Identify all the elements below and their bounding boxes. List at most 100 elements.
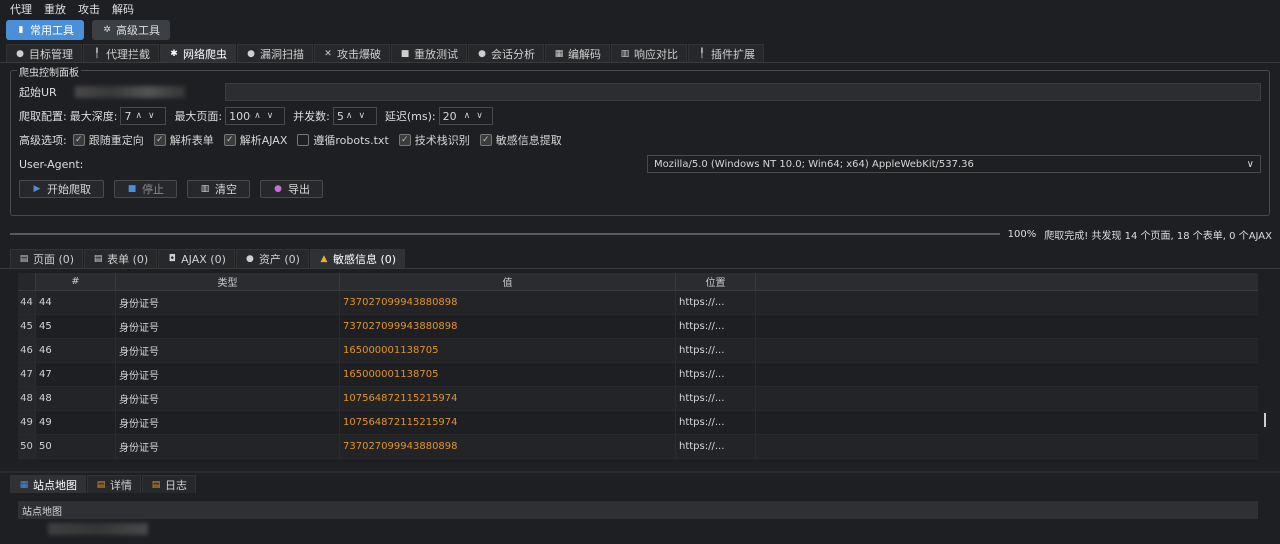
tab-session[interactable]: ● 会话分析	[468, 44, 544, 62]
clear-button[interactable]: ▥ 清空	[187, 180, 250, 198]
cell-value: 107564872115215974	[340, 411, 676, 434]
tab-pin[interactable]: ╿ 代理拦截	[83, 44, 159, 62]
max-depth-spinbox[interactable]: 7 ∧ ∨	[120, 107, 167, 125]
tab-magnifier[interactable]: ● 漏洞扫描	[237, 44, 313, 62]
tab-replay[interactable]: ■ 重放测试	[391, 44, 467, 62]
spin-down-icon[interactable]: ∨	[358, 111, 365, 121]
max-depth-label: 最大深度:	[69, 110, 118, 123]
option-checkbox[interactable]: ✓ 解析AJAX	[223, 132, 287, 148]
checkbox-icon[interactable]: ✓	[153, 134, 166, 146]
concurrency-spinbox[interactable]: 5 ∧ ∨	[332, 107, 377, 125]
swords-icon: ✕	[324, 48, 332, 59]
main-tab-bar: ● 目标管理 ╿ 代理拦截 ✱ 网络爬虫 ● 漏洞扫描 ✕ 攻击爆破 ■ 重放测试 ● 会话分析 ▦ 编解码 ▥…	[0, 43, 1280, 63]
cell-type: 身份证号	[116, 387, 340, 410]
column-header-location[interactable]: 位置	[676, 273, 756, 290]
spin-up-icon[interactable]: ∧	[464, 111, 471, 121]
tab-sitemap[interactable]: ▦ 站点地图	[10, 475, 86, 493]
stop-button[interactable]: ■ 停止	[114, 180, 177, 198]
row-number: 44	[18, 291, 36, 314]
option-checkbox[interactable]: 遵循robots.txt	[297, 132, 389, 148]
cell-index: 46	[36, 339, 116, 362]
cell-index: 45	[36, 315, 116, 338]
asset-icon: ●	[245, 254, 254, 264]
cell-index: 50	[36, 435, 116, 458]
table-row[interactable]: 49 49 身份证号 107564872115215974 https://...	[18, 411, 1258, 435]
spin-down-icon[interactable]: ∨	[476, 111, 483, 121]
max-pages-spinbox[interactable]: 1000∧∨	[225, 107, 286, 125]
row-number: 49	[18, 411, 36, 434]
user-agent-select[interactable]: Mozilla/5.0 (Windows NT 10.0; Win64; x64…	[647, 155, 1261, 173]
column-header-type[interactable]: 类型	[116, 273, 340, 290]
tab-spider[interactable]: ✱ 网络爬虫	[160, 44, 236, 62]
column-header-index[interactable]: #	[36, 273, 116, 290]
ajax-icon: ◘	[168, 254, 176, 264]
codec-icon: ▦	[554, 48, 564, 59]
advanced-tools-button[interactable]: ✲ 高级工具	[92, 20, 170, 40]
column-header-value[interactable]: 值	[340, 273, 676, 290]
spin-up-icon[interactable]: ∧	[135, 111, 142, 121]
tab-detail[interactable]: ▤ 详情	[87, 475, 141, 493]
cell-type: 身份证号	[116, 315, 340, 338]
option-checkbox[interactable]: ✓ 跟随重定向	[72, 132, 144, 148]
tab-swords[interactable]: ✕ 攻击爆破	[314, 44, 390, 62]
tab-target[interactable]: ● 目标管理	[6, 44, 82, 62]
checkbox-icon[interactable]	[297, 134, 310, 146]
table-row[interactable]: 50 50 身份证号 737027099943880898 https://...	[18, 435, 1258, 459]
menu-item-replay[interactable]: 重放	[38, 1, 72, 17]
row-number: 50	[18, 435, 36, 458]
row-number: 46	[18, 339, 36, 362]
play-icon: ▶	[33, 184, 41, 194]
user-agent-label: User-Agent:	[19, 157, 84, 171]
row-number: 47	[18, 363, 36, 386]
option-checkbox[interactable]: ✓ 解析表单	[153, 132, 214, 148]
table-row[interactable]: 48 48 身份证号 107564872115215974 https://...	[18, 387, 1258, 411]
tab-log[interactable]: ▤ 日志	[142, 475, 196, 493]
compare-icon: ▥	[620, 48, 630, 59]
cell-type: 身份证号	[116, 363, 340, 386]
delay-spinbox[interactable]: 20 ∧ ∨	[438, 107, 493, 125]
menu-item-decode[interactable]: 解码	[106, 1, 140, 17]
advanced-options-label: 高级选项:	[19, 134, 67, 147]
menu-item-attack[interactable]: 攻击	[72, 1, 106, 17]
tab-compare[interactable]: ▥ 响应对比	[611, 44, 687, 62]
checkbox-icon[interactable]: ✓	[72, 134, 85, 146]
start-url-input[interactable]	[224, 83, 1261, 101]
table-row[interactable]: 44 44 身份证号 737027099943880898 https://...	[18, 291, 1258, 315]
cell-index: 47	[36, 363, 116, 386]
gear-icon: ✲	[103, 25, 111, 35]
tab-plugin[interactable]: ╿ 插件扩展	[688, 44, 764, 62]
concurrency-label: 并发数:	[293, 110, 330, 123]
tab-codec[interactable]: ▦ 编解码	[545, 44, 610, 62]
spin-up-icon[interactable]: ∧	[346, 111, 353, 121]
spin-down-icon[interactable]: ∨	[267, 111, 274, 121]
chevron-down-icon: ∨	[1246, 158, 1254, 170]
table-row[interactable]: 47 47 身份证号 165000001138705 https://...	[18, 363, 1258, 387]
redacted-url	[74, 86, 185, 98]
menu-item-proxy[interactable]: 代理	[4, 1, 38, 17]
page-icon: ▤	[19, 254, 29, 264]
checkbox-icon[interactable]: ✓	[398, 134, 411, 146]
common-tools-button[interactable]: ▮ 常用工具	[6, 20, 84, 40]
export-button[interactable]: ● 导出	[260, 180, 323, 198]
cell-value: 165000001138705	[340, 339, 676, 362]
bottom-tab-bar: ▦ 站点地图 ▤ 详情 ▤ 日志	[0, 471, 1280, 493]
checkbox-icon[interactable]: ✓	[479, 134, 492, 146]
vertical-scrollbar[interactable]	[1264, 413, 1266, 427]
option-checkbox[interactable]: ✓ 技术栈识别	[398, 132, 470, 148]
table-row[interactable]: 46 46 身份证号 165000001138705 https://...	[18, 339, 1258, 363]
option-checkbox[interactable]: ✓ 敏感信息提取	[479, 132, 562, 148]
tab-asset[interactable]: ● 资产 (0)	[235, 249, 309, 268]
tab-ajax[interactable]: ◘ AJAX (0)	[158, 249, 235, 268]
checkbox-icon[interactable]: ✓	[223, 134, 236, 146]
tab-page[interactable]: ▤ 页面 (0)	[10, 249, 84, 268]
start-crawl-button[interactable]: ▶ 开始爬取	[19, 180, 104, 198]
tab-form[interactable]: ▤ 表单 (0)	[84, 249, 158, 268]
stop-icon: ■	[127, 184, 137, 194]
cell-location: https://...	[676, 315, 756, 338]
target-icon: ●	[16, 48, 24, 59]
cell-index: 44	[36, 291, 116, 314]
tab-warning[interactable]: ▲ 敏感信息 (0)	[309, 249, 406, 268]
table-row[interactable]: 45 45 身份证号 737027099943880898 https://...	[18, 315, 1258, 339]
spin-down-icon[interactable]: ∨	[148, 111, 155, 121]
spin-up-icon[interactable]: ∧	[254, 111, 261, 121]
